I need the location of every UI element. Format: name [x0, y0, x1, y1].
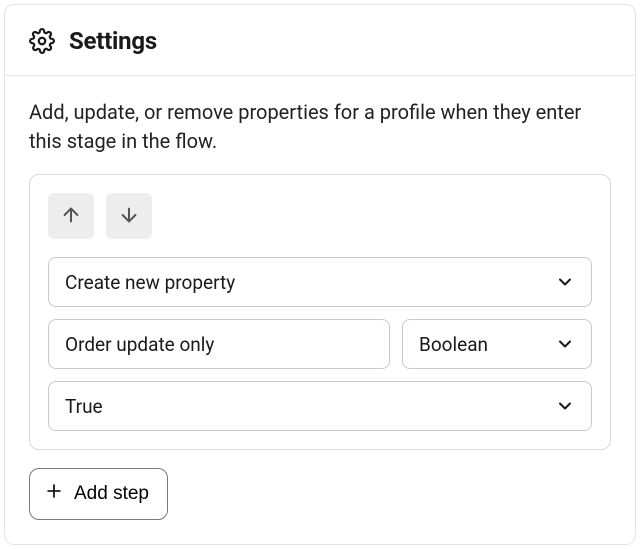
arrow-down-icon	[118, 204, 140, 229]
arrow-up-icon	[60, 204, 82, 229]
reorder-controls	[48, 193, 592, 239]
type-select[interactable]: Boolean	[402, 319, 592, 369]
fields-group: Create new property Order update only Bo…	[48, 257, 592, 431]
chevron-down-icon	[555, 272, 575, 292]
property-row: Order update only Boolean	[48, 319, 592, 369]
settings-panel: Settings Add, update, or remove properti…	[4, 4, 636, 545]
action-select[interactable]: Create new property	[48, 257, 592, 307]
chevron-down-icon	[555, 334, 575, 354]
plus-icon	[44, 481, 64, 507]
property-name-value: Order update only	[65, 333, 214, 356]
gear-icon	[29, 28, 55, 54]
panel-title: Settings	[69, 27, 157, 55]
add-step-button[interactable]: Add step	[29, 468, 168, 520]
add-step-row: Add step	[5, 468, 635, 544]
chevron-down-icon	[555, 396, 575, 416]
step-card: Create new property Order update only Bo…	[29, 174, 611, 450]
panel-header: Settings	[5, 5, 635, 76]
property-name-input[interactable]: Order update only	[48, 319, 390, 369]
action-select-value: Create new property	[65, 271, 235, 294]
type-select-value: Boolean	[419, 333, 488, 356]
panel-description: Add, update, or remove properties for a …	[5, 76, 635, 174]
move-up-button[interactable]	[48, 193, 94, 239]
value-select-value: True	[65, 395, 103, 418]
add-step-label: Add step	[74, 483, 149, 505]
move-down-button[interactable]	[106, 193, 152, 239]
value-select[interactable]: True	[48, 381, 592, 431]
